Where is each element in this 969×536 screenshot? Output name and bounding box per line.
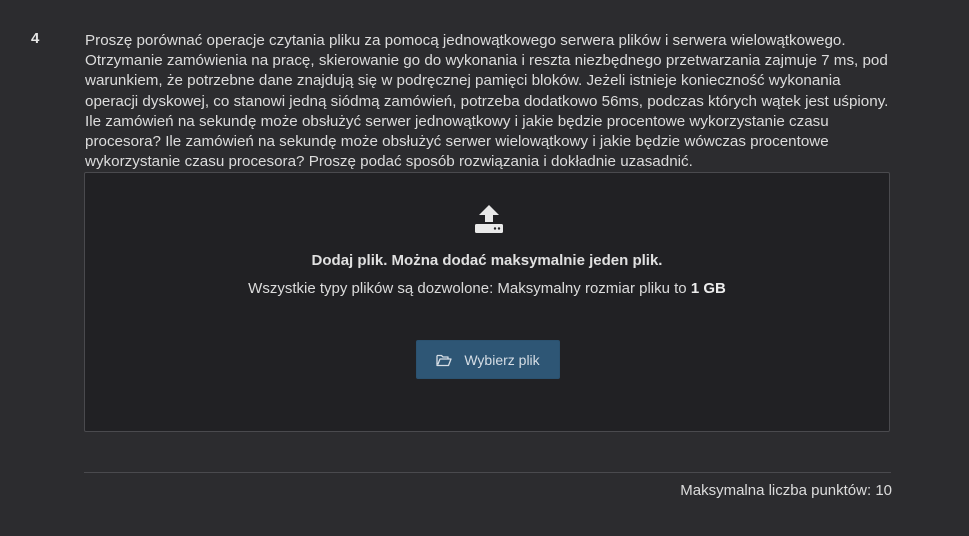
divider <box>84 472 891 473</box>
question-text: Proszę porównać operacje czytania pliku … <box>85 32 889 171</box>
choose-file-label: Wybierz plik <box>464 351 540 368</box>
max-points: Maksymalna liczba punktów: 10 <box>680 482 892 499</box>
upload-title: Dodaj plik. Można dodać maksymalnie jede… <box>311 252 663 269</box>
folder-open-icon <box>436 353 452 367</box>
max-file-size: 1 GB <box>690 280 726 297</box>
upload-info: Wszystkie typy plików są dozwolone: Maks… <box>85 280 889 297</box>
upload-info-text: Wszystkie typy plików są dozwolone: Maks… <box>248 280 691 297</box>
upload-icon <box>473 203 505 235</box>
choose-file-button[interactable]: Wybierz plik <box>416 340 560 379</box>
file-dropzone[interactable]: Dodaj plik. Można dodać maksymalnie jede… <box>84 172 890 432</box>
question-number: 4 <box>31 30 40 47</box>
